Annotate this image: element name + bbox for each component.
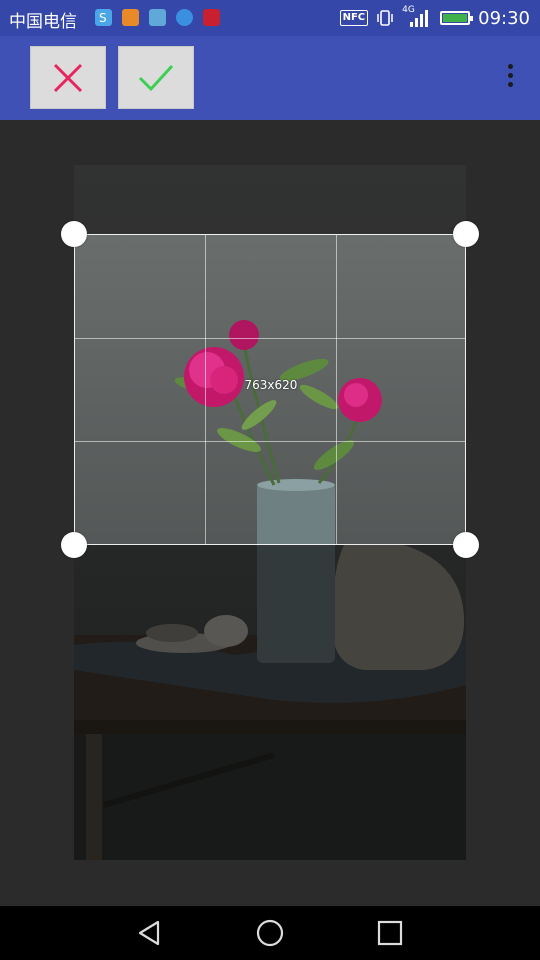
- battery-icon: [440, 11, 474, 25]
- svg-text:S: S: [99, 11, 107, 25]
- confirm-button[interactable]: [118, 46, 194, 109]
- crop-handle-bottom-left[interactable]: [61, 532, 87, 558]
- back-triangle-icon[interactable]: [136, 919, 164, 947]
- crop-handle-bottom-right[interactable]: [453, 532, 479, 558]
- crop-dimensions: 763x620: [244, 378, 298, 392]
- cancel-button[interactable]: [30, 46, 106, 109]
- clock: 09:30: [478, 7, 530, 29]
- grid-line: [75, 338, 465, 339]
- more-vert-icon[interactable]: [508, 64, 514, 92]
- check-icon: [138, 64, 174, 91]
- crop-toolbar: [0, 36, 540, 120]
- recents-square-icon[interactable]: [377, 920, 403, 946]
- crop-handle-top-left[interactable]: [61, 221, 87, 247]
- crop-handle-top-right[interactable]: [453, 221, 479, 247]
- taobao-icon: [122, 9, 139, 26]
- home-circle-icon[interactable]: [255, 918, 285, 948]
- android-icon: [149, 9, 166, 26]
- signal-icon: 4G: [402, 5, 432, 28]
- carrier-name: 中国电信: [9, 12, 77, 32]
- navigation-bar: [0, 906, 540, 960]
- skype-icon: S: [95, 9, 112, 26]
- close-icon: [53, 63, 83, 92]
- nfc-icon: NFC: [339, 10, 369, 26]
- huawei-icon: [203, 9, 220, 26]
- vibrate-icon: [377, 10, 393, 26]
- message-icon: [176, 9, 193, 26]
- grid-line: [75, 441, 465, 442]
- crop-frame[interactable]: 763x620: [74, 234, 466, 545]
- status-bar: 中国电信 S NFC 4G 09:30: [0, 0, 540, 36]
